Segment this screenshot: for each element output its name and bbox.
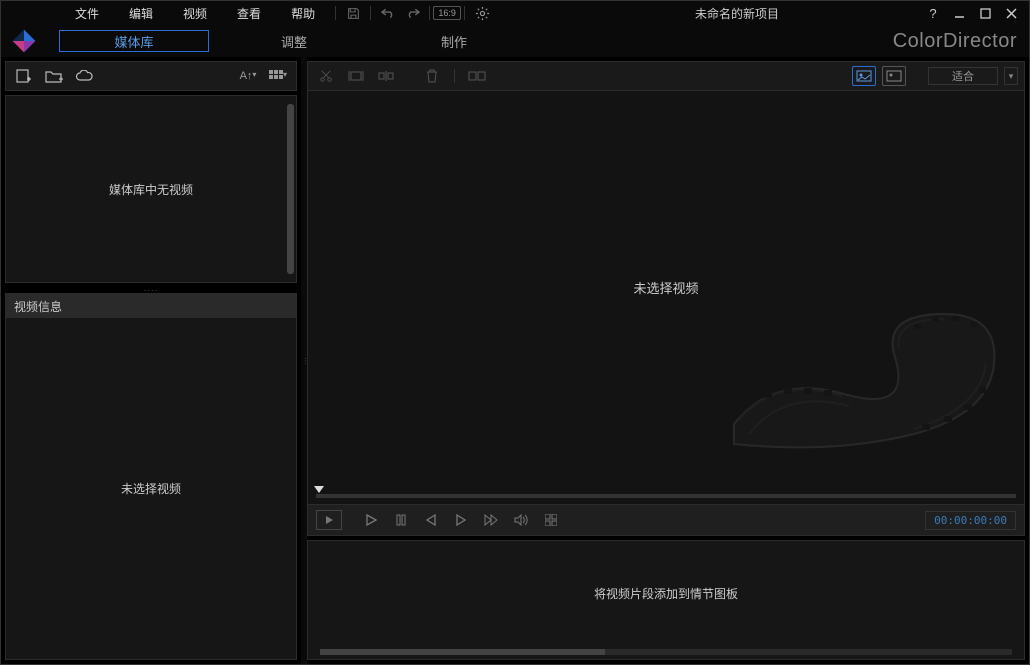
menu-file[interactable]: 文件: [61, 2, 113, 25]
save-icon[interactable]: [342, 4, 364, 22]
storyboard-panel: 将视频片段添加到情节图板: [307, 540, 1025, 660]
pause-button[interactable]: [388, 510, 414, 530]
video-info-panel: 视频信息 未选择视频: [5, 293, 297, 660]
close-icon[interactable]: [999, 4, 1023, 22]
main-area: A↑▾ ▾ 媒体库中无视频 ···· 视频信息 未选择视频 ··· 适合: [1, 57, 1029, 664]
minimize-icon[interactable]: [947, 4, 971, 22]
view-grid-icon[interactable]: ▾: [268, 70, 288, 82]
preview-panel: 未选择视频: [307, 91, 1025, 484]
film-reel-decoration-icon: [714, 284, 1014, 474]
tab-bar: 媒体库 调整 制作 ColorDirector: [1, 25, 1029, 57]
left-column: A↑▾ ▾ 媒体库中无视频 ···· 视频信息 未选择视频: [1, 57, 301, 664]
play-button[interactable]: [358, 510, 384, 530]
preview-toolbar: 适合 ▾: [307, 61, 1025, 91]
sort-icon[interactable]: A↑▾: [238, 70, 258, 82]
redo-icon[interactable]: [401, 4, 423, 22]
zoom-dropdown-icon[interactable]: ▾: [1004, 67, 1018, 85]
separator: [429, 6, 430, 20]
separator: [454, 69, 455, 83]
app-logo-icon: [9, 27, 39, 55]
project-title: 未命名的新项目: [555, 5, 919, 22]
media-toolbar: A↑▾ ▾: [5, 61, 297, 91]
storyboard-scrollbar[interactable]: [310, 647, 1022, 657]
tab-media-library[interactable]: 媒体库: [59, 30, 209, 52]
split-icon[interactable]: [374, 66, 398, 86]
tab-adjust[interactable]: 调整: [219, 30, 369, 52]
video-info-header: 视频信息: [6, 294, 296, 318]
stop-button[interactable]: [316, 510, 342, 530]
media-scrollbar[interactable]: [287, 104, 294, 274]
delete-icon[interactable]: [420, 66, 444, 86]
playhead-marker-icon[interactable]: [314, 486, 324, 493]
menu-edit[interactable]: 编辑: [115, 2, 167, 25]
zoom-fit-selector[interactable]: 适合: [928, 67, 998, 85]
title-bar: 文件 编辑 视频 查看 帮助 16:9 未命名的新项目 ?: [1, 1, 1029, 25]
volume-button[interactable]: [508, 510, 534, 530]
cut-icon[interactable]: [314, 66, 338, 86]
fast-forward-button[interactable]: [478, 510, 504, 530]
trim-icon[interactable]: [344, 66, 368, 86]
import-file-icon[interactable]: [14, 69, 34, 83]
storyboard-drop-area[interactable]: 将视频片段添加到情节图板: [308, 541, 1024, 645]
brand-label: ColorDirector: [893, 30, 1017, 53]
playhead-track[interactable]: [307, 484, 1025, 504]
grid-toggle-button[interactable]: [538, 510, 564, 530]
settings-icon[interactable]: [471, 4, 493, 22]
compare-icon[interactable]: [465, 66, 489, 86]
separator: [335, 6, 336, 20]
aspect-ratio-selector[interactable]: 16:9: [436, 4, 458, 22]
separator: [370, 6, 371, 20]
view-mode-grid-icon[interactable]: [852, 66, 876, 86]
maximize-icon[interactable]: [973, 4, 997, 22]
video-info-body: 未选择视频: [6, 318, 296, 659]
menu-view[interactable]: 查看: [223, 2, 275, 25]
import-folder-icon[interactable]: [44, 69, 64, 83]
playback-controls: 00:00:00:00: [307, 504, 1025, 536]
menu-video[interactable]: 视频: [169, 2, 221, 25]
separator: [464, 6, 465, 20]
menu-help[interactable]: 帮助: [277, 2, 329, 25]
media-empty-label: 媒体库中无视频: [109, 181, 193, 198]
cloud-icon[interactable]: [74, 70, 94, 82]
timecode-display[interactable]: 00:00:00:00: [925, 511, 1016, 530]
help-icon[interactable]: ?: [921, 4, 945, 22]
tab-produce[interactable]: 制作: [379, 30, 529, 52]
right-column: 适合 ▾ 未选择视频: [307, 57, 1029, 664]
media-library-panel: 媒体库中无视频: [5, 95, 297, 283]
preview-empty-label: 未选择视频: [633, 278, 698, 297]
next-frame-button[interactable]: [448, 510, 474, 530]
prev-frame-button[interactable]: [418, 510, 444, 530]
view-mode-single-icon[interactable]: [882, 66, 906, 86]
undo-icon[interactable]: [377, 4, 399, 22]
